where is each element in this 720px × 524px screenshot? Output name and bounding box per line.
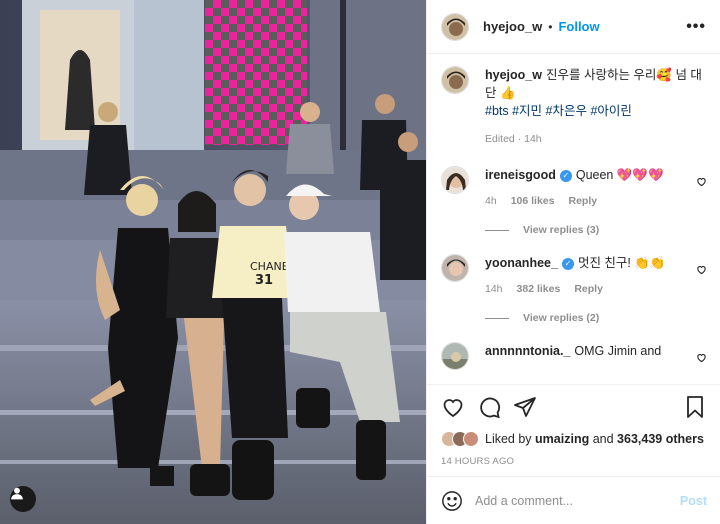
commenter-avatar[interactable] <box>441 254 469 282</box>
comment-text: OMG Jimin and <box>574 344 662 358</box>
comment-like-icon[interactable] <box>696 264 707 275</box>
likes-user[interactable]: umaizing <box>535 432 589 446</box>
comment-item: yoonanhee_ ✓ 멋진 친구! 👏👏 14h 382 likes Reply <box>441 254 707 298</box>
comment-like-icon[interactable] <box>696 352 707 363</box>
comment-meta: 14h 382 likes Reply <box>485 280 691 298</box>
comment-item: annnnntonia._ OMG Jimin and <box>441 342 707 370</box>
likes-count[interactable]: 363,439 others <box>617 432 704 446</box>
comments-list[interactable]: hyejoo_w 진우를 사랑하는 우리🥰 넘 대단 👍 #bts #지민 #차은… <box>427 54 720 384</box>
comment-username[interactable]: annnnntonia._ <box>485 344 570 358</box>
author-avatar[interactable] <box>441 12 469 41</box>
replies-divider <box>485 229 509 231</box>
comment-text: Queen 💖💖💖 <box>575 168 664 182</box>
reply-button[interactable]: Reply <box>574 283 603 295</box>
comment-time[interactable]: 4h <box>485 195 497 207</box>
likes-middle: and <box>592 432 614 446</box>
user-tag-icon <box>11 487 23 500</box>
bookmark-icon[interactable] <box>683 395 707 419</box>
follow-button[interactable]: Follow <box>558 19 599 34</box>
reply-button[interactable]: Reply <box>568 195 597 207</box>
comment-likes[interactable]: 382 likes <box>517 283 561 295</box>
svg-text:31: 31 <box>255 273 273 288</box>
view-replies-label: View replies (3) <box>523 224 600 236</box>
replies-divider <box>485 317 509 319</box>
more-options-button[interactable]: ••• <box>686 18 706 36</box>
liker-avatars <box>441 431 479 447</box>
share-icon[interactable] <box>513 395 537 419</box>
caption-meta: Edited · 14h <box>485 133 542 145</box>
post-timestamp[interactable]: 14 HOURS AGO <box>441 456 707 467</box>
comment-username[interactable]: ireneisgood <box>485 168 556 182</box>
commenter-avatar[interactable] <box>441 166 469 194</box>
tagged-users-button[interactable] <box>10 486 36 512</box>
heart-icon[interactable] <box>441 395 465 419</box>
comment-username[interactable]: yoonanhee_ <box>485 256 558 270</box>
likes-summary: Liked by umaizing and 363,439 others <box>441 431 707 447</box>
liker-avatar <box>463 431 479 447</box>
commenter-avatar[interactable] <box>441 342 469 370</box>
post-header: hyejoo_w • Follow ••• <box>427 0 720 54</box>
comment-meta: 4h 106 likes Reply <box>485 192 691 210</box>
comment-text: 멋진 친구! 👏👏 <box>577 256 666 270</box>
add-comment-bar: Post <box>427 476 720 524</box>
likes-prefix: Liked by <box>485 432 532 446</box>
comment-time[interactable]: 14h <box>485 283 503 295</box>
post-comment-button[interactable]: Post <box>680 494 707 508</box>
action-icons <box>441 391 707 423</box>
post-side-panel: hyejoo_w • Follow ••• hyejoo_w 진우를 사랑하는 우… <box>426 0 720 524</box>
caption-username[interactable]: hyejoo_w <box>485 68 542 82</box>
comment-item: ireneisgood ✓ Queen 💖💖💖 4h 106 likes Reply <box>441 166 707 210</box>
caption-hashtags[interactable]: #bts #지민 #차은우 #아이린 <box>485 104 632 118</box>
author-username[interactable]: hyejoo_w <box>483 19 542 34</box>
verified-badge-icon: ✓ <box>561 258 574 270</box>
comment-input[interactable] <box>475 493 680 508</box>
author-avatar[interactable] <box>441 66 469 94</box>
caption: hyejoo_w 진우를 사랑하는 우리🥰 넘 대단 👍 #bts #지민 #차은… <box>441 66 707 148</box>
comment-icon[interactable] <box>477 395 501 419</box>
comment-like-icon[interactable] <box>696 176 707 187</box>
comment-likes[interactable]: 106 likes <box>511 195 555 207</box>
view-replies-button[interactable]: View replies (3) <box>485 224 707 236</box>
photo-illustration: CHANEL 31 <box>0 0 426 524</box>
emoji-icon[interactable] <box>441 490 463 512</box>
post-photo[interactable]: CHANEL 31 <box>0 0 426 524</box>
verified-badge-icon: ✓ <box>559 170 572 182</box>
view-replies-label: View replies (2) <box>523 312 600 324</box>
view-replies-button[interactable]: View replies (2) <box>485 312 707 324</box>
post-actions: Liked by umaizing and 363,439 others 14 … <box>427 384 720 467</box>
header-separator: • <box>548 19 553 34</box>
